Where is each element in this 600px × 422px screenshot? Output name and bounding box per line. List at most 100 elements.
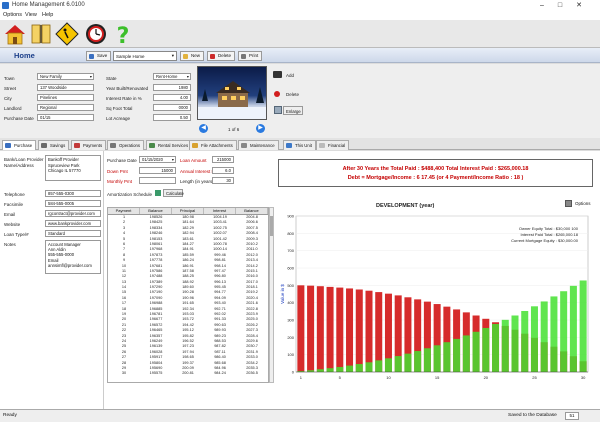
print-label: Print — [249, 53, 259, 58]
column-header[interactable]: Balance — [236, 208, 268, 214]
help-icon[interactable]: ? — [111, 22, 135, 46]
prev-photo-icon[interactable]: ◀ — [199, 124, 208, 133]
y-axis-label: Value in $ — [280, 284, 285, 304]
save-status: Saved to the Database — [508, 413, 557, 418]
delete-photo-label[interactable]: Delete — [286, 92, 299, 97]
tab-financial[interactable]: Financial — [316, 140, 350, 150]
title-bar: Home Management 6.0100 –□✕ — [0, 0, 600, 11]
enlarge-icon[interactable] — [274, 106, 282, 114]
development-chart: 900 800 700 600 500 400 300 200 100 0 Value in $1 5… — [276, 210, 594, 386]
camera-icon[interactable] — [273, 71, 282, 78]
purchase-date-field[interactable]: 01/15 — [37, 114, 94, 121]
minimize-button[interactable]: – — [540, 2, 558, 9]
tab-purchase[interactable]: Purchase — [2, 140, 37, 150]
interest-bar — [336, 287, 344, 372]
table-row[interactable]: 30 195575 200.81 984.24 2036.5 — [108, 371, 268, 376]
x-tick-label: 10 — [386, 375, 391, 380]
landlord-field[interactable]: Regional — [37, 104, 94, 111]
tab-this-unit[interactable]: This Unit — [283, 140, 316, 150]
equity-bar — [501, 319, 509, 372]
y-tick-label: 800 — [287, 231, 294, 236]
payments-icon — [74, 143, 80, 148]
column-header[interactable]: Payment — [108, 208, 140, 214]
state-select[interactable]: Rent-Home ▾ — [153, 73, 191, 80]
options-icon[interactable] — [565, 200, 572, 207]
sqft-field[interactable]: 0000 — [153, 104, 191, 111]
email-field[interactable]: rgcontract@provider.com — [45, 210, 101, 217]
street-field[interactable]: 137 Woodside — [37, 84, 94, 91]
column-header[interactable]: Interest — [204, 208, 236, 214]
fax-field[interactable]: 584-555-0005 — [45, 200, 101, 207]
length-field[interactable]: 30 — [212, 177, 234, 184]
maintenance-sign-icon[interactable] — [55, 22, 79, 46]
tab-operations[interactable]: Operations — [107, 140, 145, 150]
interest-label: Interest Rate in % — [106, 96, 142, 101]
close-button[interactable]: ✕ — [576, 2, 596, 9]
chart-annotation: Owner Equity Total : $30,000 100 — [519, 226, 579, 231]
y-tick-label: 500 — [287, 283, 294, 288]
tab-payments[interactable]: Payments — [71, 140, 107, 150]
next-photo-icon[interactable]: ▶ — [256, 124, 265, 133]
website-field[interactable]: www.bankprovider.com — [45, 220, 101, 227]
interest-field[interactable]: 4.00 — [153, 94, 191, 101]
lot-field[interactable]: 0.50 — [153, 114, 191, 121]
home-icon[interactable] — [3, 22, 27, 46]
column-header[interactable]: Balance — [140, 208, 172, 214]
chart-annotation: Interest Paid Total : $265,000.18 — [520, 232, 578, 237]
town-select[interactable]: New Family ▾ — [37, 73, 94, 80]
lender-address-field[interactable]: Bankoff Provider Spruceview Park Chicago… — [45, 155, 101, 181]
loan-type-field[interactable]: Standard — [45, 230, 101, 237]
year-built-field[interactable]: 1980 — [153, 84, 191, 91]
menu-options[interactable]: Options — [3, 12, 22, 18]
tab-label: Financial — [328, 143, 346, 148]
calculator-icon — [155, 190, 161, 196]
equity-bar — [336, 366, 344, 372]
phone-field[interactable]: 857-555-0300 — [45, 190, 101, 197]
menu-help[interactable]: Help — [42, 12, 53, 18]
property-photo — [197, 66, 267, 120]
lot-label: Lot Acreage — [106, 116, 131, 121]
mortgage-purchase-date-field[interactable]: 01/15/2020 ▾ — [139, 156, 176, 163]
scrollbar-thumb[interactable] — [270, 216, 273, 236]
x-tick-label: 25 — [532, 375, 537, 380]
loan-summary-box: After 30 Years the Total Paid : $488,400… — [278, 159, 593, 187]
equity-bar — [346, 365, 354, 372]
delete-photo-icon[interactable] — [274, 91, 280, 97]
add-photo-label[interactable]: Add — [286, 73, 294, 78]
page-title: Home — [14, 51, 35, 60]
down-pmt-field[interactable]: 15000 — [139, 167, 176, 174]
interest-bar — [355, 289, 363, 372]
book-icon[interactable] — [29, 22, 53, 46]
menu-view[interactable]: View — [25, 12, 37, 18]
city-label: City — [4, 96, 12, 101]
sqft-label: Sq Foot Total — [106, 106, 133, 111]
chevron-down-icon: ▾ — [89, 74, 92, 79]
home-header-bar: Home Save Sample Home ▾ New Delete Print — [0, 48, 600, 63]
home-selector[interactable]: Sample Home ▾ — [113, 51, 177, 61]
city-field[interactable]: Pinelines — [37, 94, 94, 101]
notes-field[interactable]: Account Manager Ann Aldin 555-555-0000 E… — [45, 240, 101, 274]
amortization-label: Amortization Schedule — [107, 192, 153, 197]
interest-bar — [316, 286, 324, 372]
tab-maintenance[interactable]: Maintenance — [238, 140, 279, 150]
enlarge-button[interactable]: Enlarge — [283, 106, 303, 115]
tab-label: Rental Services — [158, 143, 189, 148]
maximize-button[interactable]: □ — [558, 2, 576, 9]
print-button[interactable]: Print — [238, 51, 263, 61]
tab-rental-services[interactable]: Rental Services — [146, 140, 193, 150]
tab-file-attachments[interactable]: File Attachments — [189, 140, 237, 150]
save-icon — [89, 54, 94, 59]
column-header[interactable]: Principal — [172, 208, 204, 214]
new-button[interactable]: New — [180, 51, 205, 61]
clock-icon[interactable] — [84, 22, 108, 46]
save-button[interactable]: Save — [86, 51, 112, 61]
annual-rate-field[interactable]: 6.0 — [212, 167, 234, 174]
delete-button[interactable]: Delete — [207, 51, 236, 61]
x-tick-label: 15 — [435, 375, 440, 380]
loan-amount-field[interactable]: 215000 — [212, 156, 234, 163]
options-button[interactable]: Options — [575, 201, 591, 206]
monthly-pmt-field[interactable] — [139, 177, 176, 184]
table-scrollbar[interactable] — [269, 207, 274, 383]
tab-savings[interactable]: Savings — [38, 140, 70, 150]
calculate-button[interactable]: Calculate — [163, 189, 184, 197]
